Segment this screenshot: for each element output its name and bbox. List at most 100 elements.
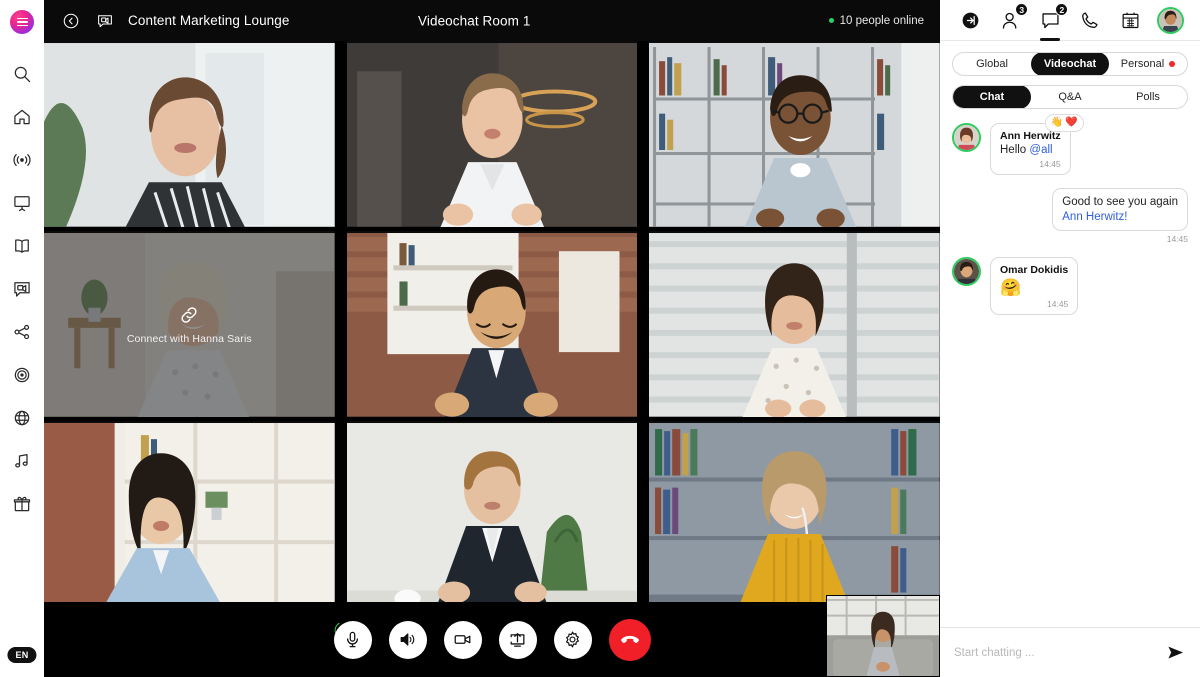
content-tab-group: Chat Q&A Polls	[952, 85, 1188, 109]
connect-overlay-label: Connect with Hanna Saris	[126, 332, 252, 345]
self-view-thumbnail[interactable]	[826, 595, 940, 677]
message-reactions[interactable]: 👋 ❤️	[1044, 114, 1084, 132]
enter-room-icon[interactable]	[956, 6, 984, 34]
message-time: 14:45	[1166, 234, 1188, 244]
reaction-heart: ❤️	[1065, 117, 1078, 128]
videochat-app: EN Content Marketing Lounge Videochat Ro…	[0, 0, 1200, 677]
participant-tile[interactable]	[346, 231, 638, 417]
camera-button[interactable]	[443, 620, 482, 659]
language-badge[interactable]: EN	[7, 645, 37, 663]
tab-qa[interactable]: Q&A	[1031, 86, 1109, 108]
message-body: Hello	[1000, 144, 1030, 156]
music-icon[interactable]	[0, 439, 44, 482]
online-dot	[828, 18, 834, 23]
chat-composer	[940, 627, 1200, 677]
phone-icon[interactable]	[1077, 6, 1105, 34]
people-icon[interactable]: 3	[996, 3, 1029, 34]
message-list: 👋 ❤️ Ann Herwitz Hello @all 14:45 Good t…	[940, 109, 1200, 627]
camera-icon	[454, 635, 471, 644]
tab-chat[interactable]: Chat	[953, 86, 1031, 108]
people-badge: 3	[1015, 3, 1029, 16]
settings-button[interactable]	[553, 620, 592, 659]
screen-share-icon	[510, 633, 525, 647]
share-network-icon[interactable]	[0, 310, 44, 353]
back-circle-icon[interactable]	[58, 8, 84, 34]
chat-message: Good to see you again Ann Herwitz! 14:45	[952, 188, 1188, 244]
panel-toolbar: 3 2	[940, 0, 1200, 41]
scope-tab-group: Global Videochat Personal	[952, 52, 1188, 76]
language-label: EN	[7, 647, 37, 663]
enter-room-glyph	[962, 12, 978, 28]
tab-global[interactable]: Global	[953, 53, 1031, 75]
tab-personal-label: Personal	[1120, 58, 1165, 70]
participant-tile[interactable]	[346, 421, 638, 607]
tab-chat-label: Chat	[979, 91, 1005, 103]
breadcrumb[interactable]: Content Marketing Lounge	[128, 13, 290, 28]
search-icon[interactable]	[0, 52, 44, 95]
video-stage: Content Marketing Lounge Videochat Room …	[44, 0, 940, 677]
room-videochat-icon[interactable]	[92, 8, 118, 34]
message-body: Good to see you again	[1062, 196, 1178, 208]
presentation-icon[interactable]	[0, 181, 44, 224]
calendar-icon[interactable]	[1117, 6, 1145, 34]
tab-polls[interactable]: Polls	[1109, 86, 1187, 108]
online-count-label: 10 people online	[839, 14, 924, 27]
screen-share-button[interactable]	[498, 620, 537, 659]
message-mention[interactable]: Ann Herwitz!	[1062, 211, 1127, 223]
call-controls	[44, 602, 940, 677]
tab-global-label: Global	[976, 58, 1008, 70]
mic-icon	[346, 631, 359, 648]
chat-input[interactable]	[954, 646, 1156, 659]
participant-tile[interactable]	[649, 421, 940, 607]
participant-tile[interactable]: Connect with Hanna Saris	[44, 231, 335, 417]
avatar[interactable]	[952, 123, 981, 152]
participant-tile[interactable]	[346, 41, 638, 227]
book-icon[interactable]	[0, 224, 44, 267]
connect-overlay[interactable]: Connect with Hanna Saris	[44, 231, 335, 417]
message-bubble[interactable]: 👋 ❤️ Ann Herwitz Hello @all 14:45	[990, 114, 1084, 175]
chat-icon[interactable]: 2	[1036, 3, 1069, 41]
home-icon[interactable]	[0, 95, 44, 138]
speaker-button[interactable]	[388, 620, 427, 659]
tab-videochat[interactable]: Videochat	[1031, 53, 1109, 75]
avatar[interactable]	[952, 257, 981, 286]
app-logo[interactable]	[8, 8, 36, 36]
target-icon[interactable]	[0, 353, 44, 396]
reaction-wave: 👋	[1050, 117, 1064, 128]
participant-tile[interactable]	[44, 41, 335, 227]
phone-hangup-icon	[620, 635, 639, 643]
chat-badge: 2	[1055, 3, 1069, 16]
message-mention[interactable]: @all	[1029, 144, 1052, 156]
globe-icon[interactable]	[0, 396, 44, 439]
message-time: 14:45	[1047, 299, 1069, 309]
message-author: Omar Dokidis	[1000, 264, 1069, 276]
participant-tile[interactable]	[649, 231, 940, 417]
tab-videochat-label: Videochat	[1043, 58, 1097, 70]
link-icon	[181, 306, 197, 323]
send-icon[interactable]	[1164, 642, 1186, 664]
page-title: Videochat Room 1	[418, 13, 531, 28]
videochat-icon[interactable]	[0, 267, 44, 310]
participant-grid: Connect with Hanna Saris	[44, 41, 940, 677]
left-rail: EN	[0, 0, 44, 677]
participant-tile[interactable]	[44, 421, 335, 607]
chat-message: 👋 ❤️ Ann Herwitz Hello @all 14:45	[952, 114, 1188, 175]
rail-icon-list	[0, 52, 44, 525]
message-bubble[interactable]: Omar Dokidis 🤗 14:45	[990, 257, 1079, 315]
tab-personal[interactable]: Personal	[1109, 53, 1187, 75]
hang-up-button[interactable]	[608, 618, 651, 661]
speaker-icon	[400, 633, 415, 646]
stage-topbar: Content Marketing Lounge Videochat Room …	[44, 0, 940, 41]
right-panel: 3 2 Global Videochat Personal Chat Q&A P…	[940, 0, 1200, 677]
microphone-button[interactable]	[333, 620, 372, 659]
gear-icon	[566, 631, 579, 648]
online-status: 10 people online	[828, 14, 924, 27]
message-emoji: 🤗	[1000, 278, 1022, 297]
participant-tile[interactable]	[649, 41, 940, 227]
avatar[interactable]	[1156, 6, 1184, 34]
gift-icon[interactable]	[0, 482, 44, 525]
broadcast-icon[interactable]	[0, 138, 44, 181]
message-bubble[interactable]: Good to see you again Ann Herwitz!	[1052, 188, 1188, 231]
message-text: Good to see you again Ann Herwitz!	[1062, 195, 1178, 225]
message-time: 14:45	[1039, 159, 1061, 169]
